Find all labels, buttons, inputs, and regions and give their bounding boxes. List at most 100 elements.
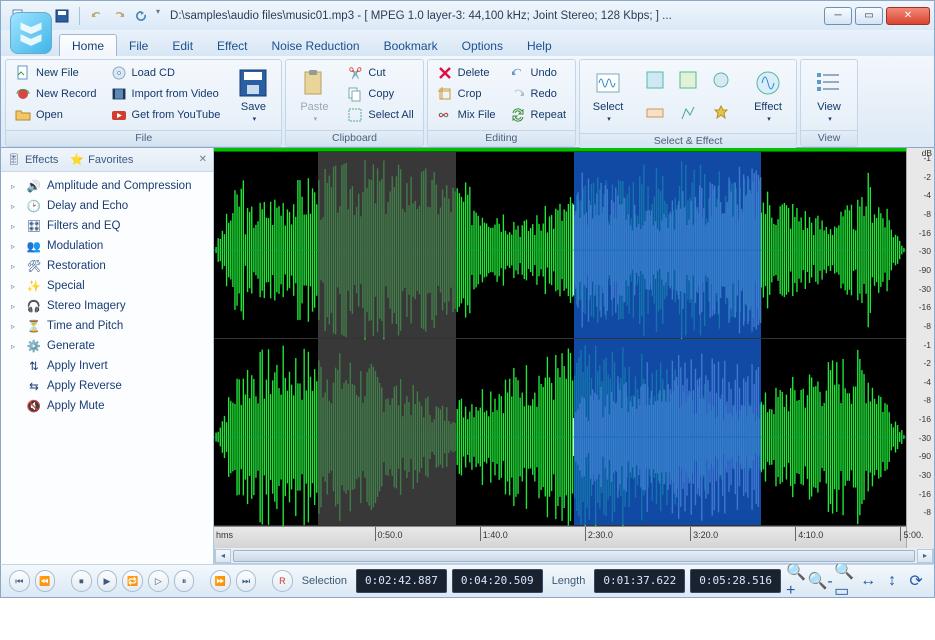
redo-button[interactable]: Redo: [505, 84, 571, 104]
zoom-reset-button[interactable]: ⟳: [906, 571, 926, 591]
waveform-icon: 🔊: [26, 178, 42, 194]
copy-button[interactable]: Copy: [342, 84, 418, 104]
maximize-button[interactable]: ▭: [855, 7, 883, 25]
pin-icon[interactable]: ✕: [199, 154, 207, 165]
db-mark: -16: [919, 489, 931, 499]
youtube-button[interactable]: Get from YouTube: [106, 105, 226, 125]
load-cd-button[interactable]: Load CD: [106, 63, 226, 83]
stop-button[interactable]: ⏹: [71, 570, 92, 592]
selection-region-gray[interactable]: [318, 339, 456, 525]
selection-region-gray[interactable]: [318, 152, 456, 338]
sidebar-item-time-pitch[interactable]: ▹⏳Time and Pitch: [3, 316, 211, 336]
save-button[interactable]: Save: [229, 63, 277, 125]
waveform-channel-right[interactable]: [214, 339, 906, 526]
ribbon-label-clipboard: Clipboard: [286, 130, 422, 146]
expand-icon: ▹: [11, 262, 21, 271]
sidebar-item-restoration[interactable]: ▹🛠Restoration: [3, 256, 211, 276]
undo-icon[interactable]: [88, 7, 106, 25]
db-scale-column: dB -1-2-4-8-16-30-90-30-16-8 -1-2-4-8-16…: [906, 148, 934, 548]
paste-button[interactable]: Paste: [290, 63, 338, 125]
tab-noise-reduction[interactable]: Noise Reduction: [260, 35, 372, 56]
tab-effect[interactable]: Effect: [205, 35, 259, 56]
play-selection-button[interactable]: ▷: [148, 570, 169, 592]
record-button[interactable]: R: [272, 570, 293, 592]
scroll-thumb[interactable]: [233, 550, 915, 562]
effect-grid-6-icon[interactable]: [706, 98, 736, 128]
new-file-button[interactable]: New File: [10, 63, 102, 83]
view-button[interactable]: View: [805, 63, 853, 125]
timeline-ruler[interactable]: hms 0:50.01:40.02:30.03:20.04:10.05:00.: [214, 526, 906, 548]
sidebar-item-filters[interactable]: ▹🎛Filters and EQ: [3, 216, 211, 236]
minimize-button[interactable]: ─: [824, 7, 852, 25]
scroll-track[interactable]: [231, 549, 917, 563]
zoom-selection-button[interactable]: 🔍▭: [834, 571, 854, 591]
sidebar-tab-effects[interactable]: 🎚Effects: [7, 153, 58, 166]
pause-button[interactable]: ⏸: [174, 570, 195, 592]
tab-home[interactable]: Home: [59, 34, 117, 56]
tab-options[interactable]: Options: [450, 35, 515, 56]
sidebar-item-generate[interactable]: ▹⚙️Generate: [3, 336, 211, 356]
effect-grid-2-icon[interactable]: [673, 65, 703, 95]
open-button[interactable]: Open: [10, 105, 102, 125]
save-icon[interactable]: [53, 7, 71, 25]
tab-file[interactable]: File: [117, 35, 160, 56]
import-video-button[interactable]: Import from Video: [106, 84, 226, 104]
db-mark: -2: [923, 172, 931, 182]
close-button[interactable]: ✕: [886, 7, 930, 25]
db-mark: -1: [923, 340, 931, 350]
sidebar-item-stereo[interactable]: ▹🎧Stereo Imagery: [3, 296, 211, 316]
app-logo[interactable]: [10, 12, 52, 54]
ribbon-label-select-effect: Select & Effect: [580, 133, 796, 149]
play-button[interactable]: ▶: [97, 570, 118, 592]
cut-button[interactable]: ✂️Cut: [342, 63, 418, 83]
mix-file-button[interactable]: Mix File: [432, 105, 501, 125]
zoom-in-button[interactable]: 🔍+: [786, 571, 806, 591]
crop-button[interactable]: Crop: [432, 84, 501, 104]
ribbon-group-file: New File New Record Open Load CD Import …: [5, 59, 282, 147]
db-mark: -8: [923, 209, 931, 219]
sidebar-item-amplitude[interactable]: ▹🔊Amplitude and Compression: [3, 176, 211, 196]
horizontal-scrollbar[interactable]: ◂ ▸: [214, 548, 934, 564]
scroll-left-button[interactable]: ◂: [215, 549, 231, 563]
sidebar-item-delay[interactable]: ▹🕑Delay and Echo: [3, 196, 211, 216]
fast-forward-button[interactable]: ⏩: [210, 570, 231, 592]
selection-start-time: 0:02:42.887: [356, 569, 447, 593]
sidebar-item-special[interactable]: ▹✨Special: [3, 276, 211, 296]
db-mark: -16: [919, 414, 931, 424]
sidebar-item-reverse[interactable]: ⇆Apply Reverse: [3, 376, 211, 396]
redo-icon[interactable]: [110, 7, 128, 25]
rewind-button[interactable]: ⏪: [35, 570, 56, 592]
zoom-fit-button[interactable]: ↔: [858, 571, 878, 591]
skip-end-button[interactable]: ⏭: [236, 570, 257, 592]
effect-grid-1-icon[interactable]: [640, 65, 670, 95]
effect-grid-3-icon[interactable]: [706, 65, 736, 95]
select-button[interactable]: Select: [584, 63, 632, 125]
select-all-button[interactable]: Select All: [342, 105, 418, 125]
play-loop-button[interactable]: 🔁: [122, 570, 143, 592]
waveform-channel-left[interactable]: [214, 152, 906, 339]
qa-dropdown-icon[interactable]: ▾: [156, 7, 160, 25]
sidebar-item-invert[interactable]: ⇅Apply Invert: [3, 356, 211, 376]
skip-start-button[interactable]: ⏮: [9, 570, 30, 592]
record-icon: [15, 86, 31, 102]
zoom-vertical-button[interactable]: ↕: [882, 571, 902, 591]
tab-help[interactable]: Help: [515, 35, 564, 56]
repeat-button[interactable]: Repeat: [505, 105, 571, 125]
undo-button[interactable]: Undo: [505, 63, 571, 83]
sidebar-item-mute[interactable]: 🔇Apply Mute: [3, 396, 211, 416]
selection-region-blue[interactable]: [574, 339, 761, 525]
zoom-out-button[interactable]: 🔍-: [810, 571, 830, 591]
effect-button[interactable]: Effect: [744, 63, 792, 125]
new-record-button[interactable]: New Record: [10, 84, 102, 104]
delete-button[interactable]: Delete: [432, 63, 501, 83]
waveform-column[interactable]: hms 0:50.01:40.02:30.03:20.04:10.05:00.: [214, 148, 906, 548]
tab-edit[interactable]: Edit: [160, 35, 205, 56]
effect-grid-4-icon[interactable]: [640, 98, 670, 128]
refresh-icon[interactable]: [132, 7, 150, 25]
scroll-right-button[interactable]: ▸: [917, 549, 933, 563]
tab-bookmark[interactable]: Bookmark: [372, 35, 450, 56]
selection-region-blue[interactable]: [574, 152, 761, 338]
sidebar-tab-favorites[interactable]: ⭐Favorites: [70, 153, 133, 166]
effect-grid-5-icon[interactable]: [673, 98, 703, 128]
sidebar-item-modulation[interactable]: ▹👥Modulation: [3, 236, 211, 256]
